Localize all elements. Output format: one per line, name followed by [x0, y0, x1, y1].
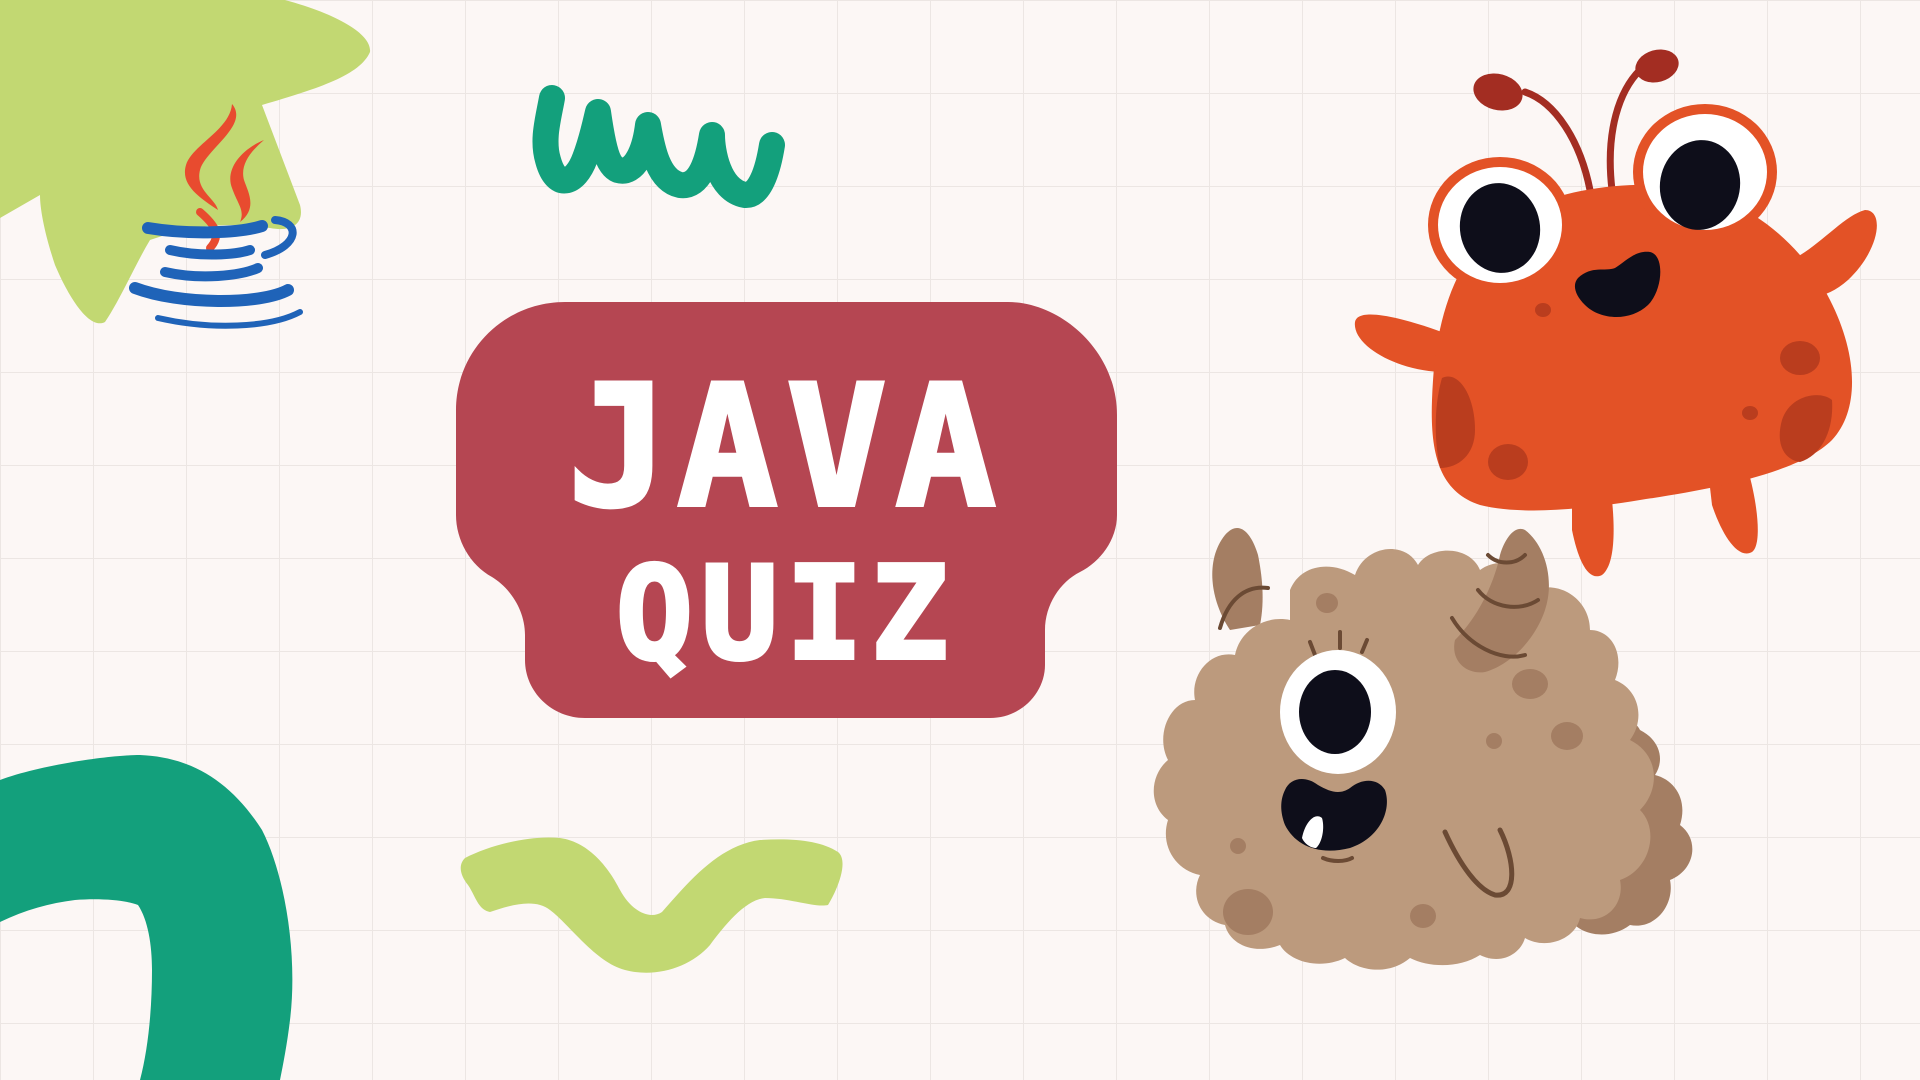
- title-line-2: QUIZ: [616, 540, 956, 689]
- title-line-1: JAVA: [568, 349, 1005, 545]
- java-quiz-canvas: JAVA QUIZ: [0, 0, 1920, 1080]
